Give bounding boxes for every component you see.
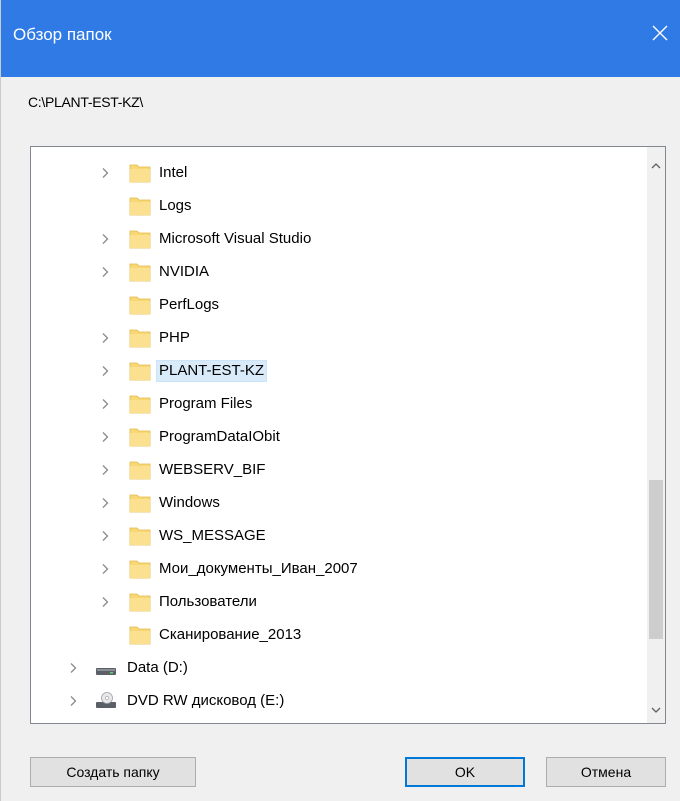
folder-icon	[129, 560, 151, 579]
ok-button[interactable]: OK	[405, 757, 525, 787]
tree-item-label: Data (D:)	[127, 659, 188, 676]
chevron-right-icon[interactable]	[99, 464, 111, 476]
dvd-drive-icon	[96, 692, 116, 708]
scroll-thumb[interactable]	[649, 480, 663, 639]
tree-item-logs[interactable]: Logs	[31, 192, 647, 220]
chevron-right-icon[interactable]	[99, 497, 111, 509]
folder-icon	[129, 395, 151, 414]
tree-item-windows[interactable]: Windows	[31, 489, 647, 517]
chevron-up-icon	[651, 163, 661, 169]
chevron-right-icon[interactable]	[99, 365, 111, 377]
tree-item-label: ProgramDataIObit	[159, 428, 280, 445]
browse-folders-dialog: Обзор папок C:\PLANT-EST-KZ\ Intel Logs Mi…	[0, 0, 680, 801]
new-folder-button[interactable]: Создать папку	[30, 757, 196, 787]
tree-item-label: PHP	[159, 329, 190, 346]
folder-icon	[129, 197, 151, 216]
tree-item-perflogs[interactable]: PerfLogs	[31, 291, 647, 319]
tree-item-label: Windows	[159, 494, 220, 511]
tree-item-dvd-rw-дисковод-e[interactable]: DVD RW дисковод (E:)	[31, 687, 647, 715]
tree-item-plant-est-kz[interactable]: PLANT-EST-KZ	[31, 357, 647, 385]
close-button[interactable]	[639, 12, 680, 58]
folder-icon	[129, 428, 151, 447]
chevron-right-icon[interactable]	[99, 167, 111, 179]
tree-item-program-files[interactable]: Program Files	[31, 390, 647, 418]
tree-item-label: WS_MESSAGE	[159, 527, 266, 544]
chevron-right-icon[interactable]	[99, 563, 111, 575]
chevron-right-icon[interactable]	[99, 596, 111, 608]
tree-item-programdataiobit[interactable]: ProgramDataIObit	[31, 423, 647, 451]
tree-item-php[interactable]: PHP	[31, 324, 647, 352]
tree-item-label: Мои_документы_Иван_2007	[159, 560, 358, 577]
folder-icon	[129, 494, 151, 513]
tree-item-label: Microsoft Visual Studio	[159, 230, 312, 247]
scroll-up-button[interactable]	[647, 157, 665, 175]
tree-item-label: PLANT-EST-KZ	[155, 360, 268, 382]
tree-item-nvidia[interactable]: NVIDIA	[31, 258, 647, 286]
chevron-right-icon[interactable]	[99, 233, 111, 245]
chevron-right-icon[interactable]	[99, 266, 111, 278]
cancel-button[interactable]: Отмена	[546, 757, 666, 787]
chevron-right-icon[interactable]	[99, 398, 111, 410]
tree-item-label: Сканирование_2013	[159, 626, 302, 643]
tree-item-ws-message[interactable]: WS_MESSAGE	[31, 522, 647, 550]
chevron-right-icon[interactable]	[99, 431, 111, 443]
tree-item-пользователи[interactable]: Пользователи	[31, 588, 647, 616]
folder-icon	[129, 263, 151, 282]
chevron-down-icon	[651, 707, 661, 713]
tree-item-webserv-bif[interactable]: WEBSERV_BIF	[31, 456, 647, 484]
tree-item-label: PerfLogs	[159, 296, 220, 313]
tree-item-label: Пользователи	[159, 593, 257, 610]
folder-icon	[129, 461, 151, 480]
tree-item-label: NVIDIA	[159, 263, 210, 280]
title-bar: Обзор папок	[1, 0, 680, 77]
tree-item-label: DVD RW дисковод (E:)	[127, 692, 285, 709]
drive-icon	[96, 668, 116, 675]
chevron-right-icon[interactable]	[99, 530, 111, 542]
folder-icon	[129, 296, 151, 315]
chevron-right-icon[interactable]	[99, 332, 111, 344]
chevron-right-icon[interactable]	[67, 695, 79, 707]
chevron-right-icon[interactable]	[67, 662, 79, 674]
folder-icon	[129, 329, 151, 348]
scroll-down-button[interactable]	[647, 701, 665, 719]
folder-icon	[129, 230, 151, 249]
folder-icon	[129, 527, 151, 546]
tree-item-intel[interactable]: Intel	[31, 159, 647, 187]
tree-item-label: WEBSERV_BIF	[159, 461, 266, 478]
folder-icon	[129, 164, 151, 183]
folder-tree[interactable]: Intel Logs Microsoft Visual Studio NVIDIA Pe…	[30, 146, 666, 724]
close-icon	[652, 25, 668, 41]
tree-item-label: Logs	[159, 197, 192, 214]
tree-item-мои-документы-иван-2007[interactable]: Мои_документы_Иван_2007	[31, 555, 647, 583]
vertical-scrollbar[interactable]	[647, 147, 665, 723]
folder-icon	[129, 626, 151, 645]
window-title: Обзор папок	[13, 25, 112, 44]
tree-item-microsoft-visual-studio[interactable]: Microsoft Visual Studio	[31, 225, 647, 253]
tree-item-data-d[interactable]: Data (D:)	[31, 654, 647, 682]
folder-icon	[129, 593, 151, 612]
tree-item-сканирование-2013[interactable]: Сканирование_2013	[31, 621, 647, 649]
tree-item-label: Intel	[159, 164, 188, 181]
folder-icon	[129, 362, 151, 381]
tree-item-label: Program Files	[159, 395, 253, 412]
selected-path: C:\PLANT-EST-KZ\	[28, 94, 143, 110]
